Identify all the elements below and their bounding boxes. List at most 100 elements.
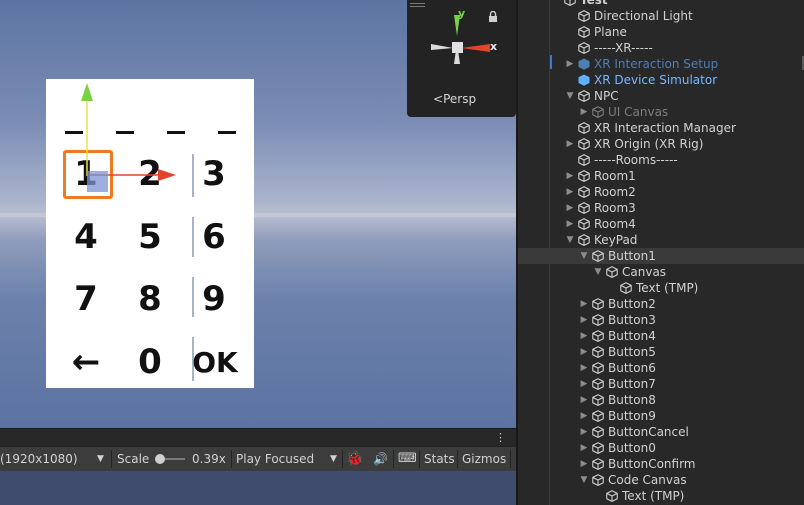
key-7[interactable]: 7 <box>63 272 109 326</box>
collapse-arrow-icon[interactable]: ▶ <box>579 424 589 440</box>
hierarchy-item[interactable]: ▶ Button4 <box>518 328 804 344</box>
hierarchy-item[interactable]: ▶ Button8 <box>518 392 804 408</box>
hierarchy-item-label: Button4 <box>608 329 656 343</box>
speaker-icon[interactable]: 🔊 <box>373 447 388 471</box>
collapse-arrow-icon[interactable]: ▶ <box>579 328 589 344</box>
gameobject-cube-icon <box>606 266 618 278</box>
projection-toggle[interactable]: <Persp <box>433 92 476 106</box>
gameobject-cube-icon <box>592 378 604 390</box>
hierarchy-item[interactable]: Directional Light <box>518 8 804 24</box>
collapse-arrow-icon[interactable]: ▶ <box>579 392 589 408</box>
collapse-arrow-icon[interactable]: ▶ <box>579 408 589 424</box>
gameobject-cube-icon <box>578 170 590 182</box>
expand-arrow-icon[interactable]: ▼ <box>579 248 589 264</box>
collapse-arrow-icon[interactable]: ▶ <box>565 184 575 200</box>
hierarchy-item[interactable]: ▼ NPC <box>518 88 804 104</box>
hierarchy-item-label: Button5 <box>608 345 656 359</box>
bug-icon[interactable]: 🐞 <box>346 447 363 471</box>
stats-button[interactable]: Stats <box>424 447 455 471</box>
collapse-arrow-icon[interactable]: ▶ <box>565 216 575 232</box>
hierarchy-item[interactable]: ▼ KeyPad <box>518 232 804 248</box>
hierarchy-item[interactable]: ▼ Canvas <box>518 264 804 280</box>
collapse-arrow-icon[interactable]: ▶ <box>579 296 589 312</box>
hierarchy-item[interactable]: -----XR----- <box>518 40 804 56</box>
hierarchy-item[interactable]: ▶ Room3 <box>518 200 804 216</box>
drag-handle <box>410 6 425 7</box>
hierarchy-item[interactable]: Plane <box>518 24 804 40</box>
collapse-arrow-icon[interactable]: ▶ <box>565 168 575 184</box>
key-3[interactable]: 3 <box>191 147 237 201</box>
hierarchy-item[interactable]: XR Interaction Manager <box>518 120 804 136</box>
drag-handle[interactable] <box>410 3 425 4</box>
keyboard-icon[interactable]: ⌨ <box>398 447 417 471</box>
play-mode-dropdown[interactable]: Play Focused ▼ <box>236 447 340 471</box>
hierarchy-item[interactable]: ▶ Button9 <box>518 408 804 424</box>
expand-arrow-icon[interactable]: ▼ <box>565 88 575 104</box>
hierarchy-item-label: Button0 <box>608 441 656 455</box>
divider <box>111 450 112 468</box>
hierarchy-item[interactable]: ▶ ButtonCancel <box>518 424 804 440</box>
expand-arrow-icon[interactable]: ▼ <box>579 472 589 488</box>
hierarchy-item[interactable]: ▶ Button3 <box>518 312 804 328</box>
hierarchy-item[interactable]: ▶ Room1 <box>518 168 804 184</box>
collapse-arrow-icon[interactable]: ▶ <box>565 136 575 152</box>
gameobject-cube-icon <box>578 154 590 166</box>
hierarchy-item-label: Button6 <box>608 361 656 375</box>
key-5[interactable]: 5 <box>127 210 173 264</box>
hierarchy-item[interactable]: ▶ Button6 <box>518 360 804 376</box>
hierarchy-item[interactable]: ▶ Button2 <box>518 296 804 312</box>
expand-arrow-icon[interactable]: ▼ <box>565 232 575 248</box>
hierarchy-item[interactable]: ▶ ButtonConfirm <box>518 456 804 472</box>
more-menu-icon[interactable]: ⋮ <box>495 431 506 444</box>
collapse-arrow-icon[interactable]: ▶ <box>579 312 589 328</box>
hierarchy-item[interactable]: ▼ Button1 <box>518 248 804 264</box>
prefab-cube-icon <box>578 58 590 70</box>
key-ok[interactable]: OK <box>189 335 241 389</box>
hierarchy-item[interactable]: ▼ Code Canvas <box>518 472 804 488</box>
collapse-arrow-icon[interactable]: ▶ <box>579 360 589 376</box>
key-6[interactable]: 6 <box>191 210 237 264</box>
hierarchy-item[interactable]: ▶ Button5 <box>518 344 804 360</box>
key-9[interactable]: 9 <box>191 272 237 326</box>
scene-view[interactable]: 1 2 3 4 5 6 7 8 9 ← 0 OK y x <Persp <box>0 0 516 428</box>
hierarchy-item[interactable]: Text (TMP) <box>518 488 804 504</box>
collapse-arrow-icon[interactable]: ▶ <box>565 56 575 72</box>
hierarchy-item-label: XR Origin (XR Rig) <box>594 137 704 151</box>
hierarchy-item[interactable]: -----Rooms----- <box>518 152 804 168</box>
gameobject-cube-icon <box>592 362 604 374</box>
gizmos-button[interactable]: Gizmos <box>462 447 506 471</box>
hierarchy-item[interactable]: ▶ XR Interaction Setup <box>518 56 804 72</box>
resolution-dropdown[interactable]: (1920x1080) ▼ <box>0 447 108 471</box>
hierarchy-item-label: Button1 <box>608 249 656 263</box>
collapse-arrow-icon[interactable]: ▶ <box>579 440 589 456</box>
collapse-arrow-icon[interactable]: ▶ <box>579 376 589 392</box>
collapse-arrow-icon[interactable]: ▶ <box>579 344 589 360</box>
hierarchy-item[interactable]: ▶ Room2 <box>518 184 804 200</box>
gameobject-cube-icon <box>564 0 576 6</box>
key-0[interactable]: 0 <box>127 335 173 389</box>
hierarchy-item[interactable]: ▶ Room4 <box>518 216 804 232</box>
hierarchy-item[interactable]: ▶ Button0 <box>518 440 804 456</box>
hierarchy-item[interactable]: Text (TMP) <box>518 280 804 296</box>
collapse-arrow-icon[interactable]: ▶ <box>579 104 589 120</box>
scale-slider-thumb[interactable] <box>155 454 165 464</box>
hierarchy-item[interactable]: ▶ XR Origin (XR Rig) <box>518 136 804 152</box>
hierarchy-item[interactable]: XR Device Simulator <box>518 72 804 88</box>
hierarchy-item-label: Text (TMP) <box>636 281 699 295</box>
collapse-arrow-icon[interactable]: ▶ <box>565 200 575 216</box>
gameobject-cube-icon <box>578 10 590 22</box>
key-cancel[interactable]: ← <box>63 335 109 389</box>
collapse-arrow-icon[interactable]: ▶ <box>579 456 589 472</box>
hierarchy-item[interactable]: ▶ Button7 <box>518 376 804 392</box>
hierarchy-panel[interactable]: Test Directional Light Plane -----XR----- ▶ X… <box>518 0 804 505</box>
key-8[interactable]: 8 <box>127 272 173 326</box>
gameobject-cube-icon <box>592 474 604 486</box>
gameobject-cube-icon <box>592 330 604 342</box>
game-view[interactable] <box>0 471 516 505</box>
hierarchy-item[interactable]: ▶ UI Canvas <box>518 104 804 120</box>
gameobject-cube-icon <box>606 490 618 502</box>
expand-arrow-icon[interactable]: ▼ <box>593 264 603 280</box>
move-tool-handle[interactable] <box>70 80 185 200</box>
hierarchy-item[interactable]: Test <box>518 0 804 8</box>
key-4[interactable]: 4 <box>63 210 109 264</box>
